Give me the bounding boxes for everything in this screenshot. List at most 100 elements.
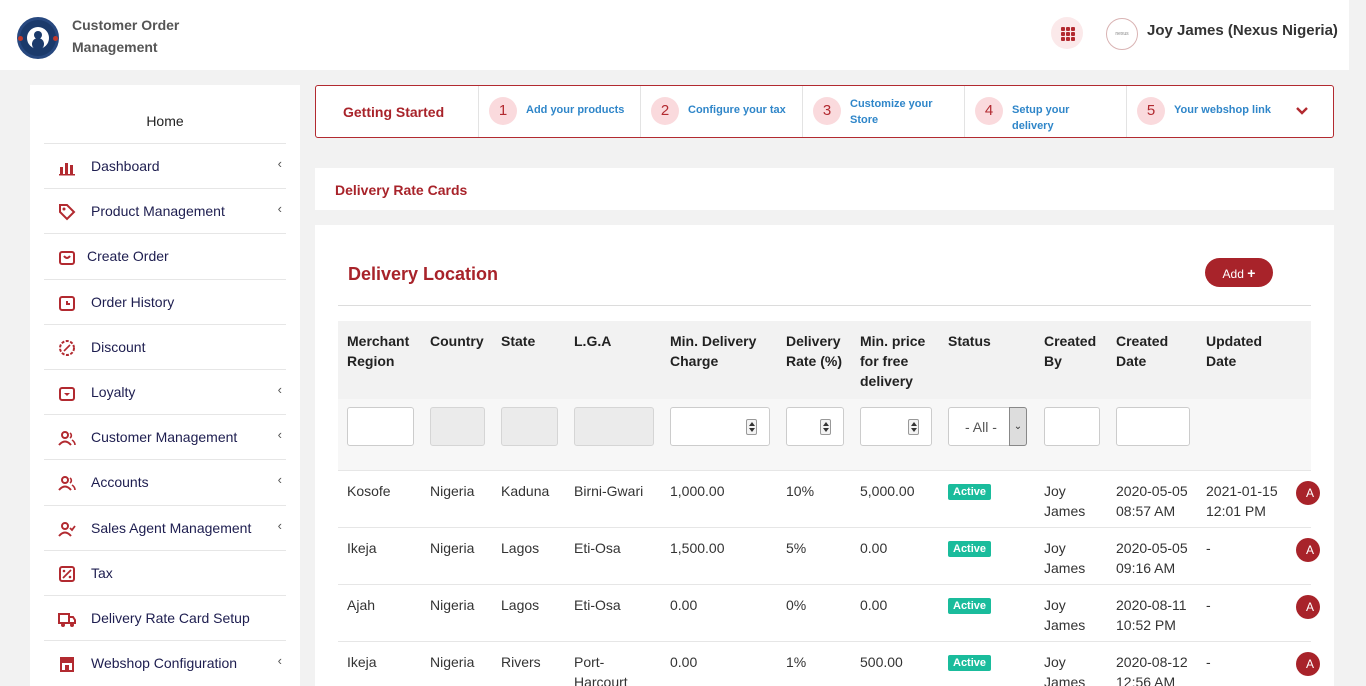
column-header[interactable]: Merchant Region [347,331,427,371]
select-value: - All - [965,419,997,435]
table-cell-min-charge: 1,000.00 [670,483,725,499]
column-header[interactable]: Country [430,331,498,351]
getting-started-step-1[interactable]: 1 Add your products [478,86,640,137]
chevron-down-icon[interactable]: ⌄ [1009,407,1027,446]
user-name[interactable]: Joy James (Nexus Nigeria) [1147,22,1338,39]
table-row[interactable]: Ikeja Nigeria Rivers Port-Harcourt 0.00 1% 500… [338,641,1320,686]
column-header[interactable]: Delivery Rate (%) [786,331,856,371]
chevron-left-icon[interactable]: ‹ [278,201,282,216]
sidebar-item-webshop-configuration[interactable]: Webshop Configuration ‹ [44,640,286,685]
column-filter-input[interactable] [786,407,844,446]
sidebar-home-link[interactable]: Home [30,113,300,129]
sidebar-item-dashboard[interactable]: Dashboard ‹ [44,143,286,188]
column-filter-input[interactable] [1116,407,1190,446]
column-header[interactable]: Status [948,331,1038,351]
column-filter-input [501,407,558,446]
apps-grid-icon[interactable] [1051,17,1083,49]
sidebar-item-order-history[interactable]: Order History [44,278,286,324]
table-filters: - All - ⌄ [338,399,1311,471]
chevron-left-icon[interactable]: ‹ [278,382,282,397]
getting-started-step-3[interactable]: 3 Customize your Store [802,86,964,137]
status-filter-select[interactable]: - All - ⌄ [948,407,1027,446]
sidebar-item-accounts[interactable]: Accounts ‹ [44,459,286,504]
chevron-left-icon[interactable]: ‹ [278,427,282,442]
sidebar-item-loyalty[interactable]: Loyalty ‹ [44,369,286,414]
table-cell-country: Nigeria [430,483,475,499]
app-logo[interactable] [17,17,59,59]
row-action-button[interactable]: A [1296,595,1320,619]
step-label[interactable]: Your webshop link [1174,102,1284,118]
chevron-left-icon[interactable]: ‹ [278,156,282,171]
sidebar-item-sales-agent-management[interactable]: Sales Agent Management ‹ [44,504,286,550]
column-filter-input[interactable] [347,407,414,446]
column-header[interactable]: Created Date [1116,331,1202,371]
sidebar-item-discount[interactable]: Discount [44,323,286,369]
step-label[interactable]: Configure your tax [688,102,798,118]
column-header[interactable]: L.G.A [574,331,666,351]
table-cell-created-by: Joy James [1044,483,1086,519]
column-header[interactable]: Min. Delivery Charge [670,331,780,371]
chevron-left-icon[interactable]: ‹ [278,518,282,533]
getting-started-step-5[interactable]: 5 Your webshop link [1126,86,1288,137]
step-number: 5 [1137,97,1165,125]
column-filter-input [574,407,654,446]
column-header[interactable]: Created By [1044,331,1110,371]
spinner-icon[interactable] [746,419,757,435]
row-action-button[interactable]: A [1296,538,1320,562]
getting-started-step-4[interactable]: 4 Setup your delivery [964,86,1126,137]
table-row[interactable]: Ikeja Nigeria Lagos Eti-Osa 1,500.00 5% 0.00 Ac… [338,527,1320,584]
column-header[interactable]: Updated Date [1206,331,1296,371]
table-cell-state: Kaduna [501,483,550,499]
page-title: Delivery Rate Cards [335,182,468,198]
getting-started-step-2[interactable]: 2 Configure your tax [640,86,802,137]
step-label[interactable]: Add your products [526,102,636,118]
sidebar-item-label: Tax [91,564,113,581]
agent-icon [58,521,76,537]
spinner-icon[interactable] [820,419,831,435]
table-cell-country: Nigeria [430,654,475,670]
chevron-left-icon[interactable]: ‹ [278,472,282,487]
step-label[interactable]: Customize your Store [850,96,948,128]
sidebar-item-customer-management[interactable]: Customer Management ‹ [44,414,286,459]
table-cell-lga: Eti-Osa [574,597,621,613]
tag-icon [59,204,76,221]
sidebar-item-tax[interactable]: Tax [44,549,286,595]
sidebar-item-create-order[interactable]: Create Order [44,233,286,278]
chevron-down-icon[interactable] [1295,104,1309,118]
top-bar: Customer Order Management nexus Joy Jame… [0,0,1349,70]
history-icon [59,295,75,311]
column-header[interactable]: Min. price for free delivery [860,331,944,391]
sidebar-item-label: Order History [91,293,175,310]
section-title: Delivery Location [348,264,499,284]
divider [338,305,1311,306]
table-cell-created-date: 2020-08-12 12:56 AM [1116,654,1188,686]
table-cell-created-date: 2020-05-05 08:57 AM [1116,483,1188,519]
step-label[interactable]: Setup your delivery [1012,102,1092,134]
row-action-button[interactable]: A [1296,652,1320,676]
avatar[interactable]: nexus [1106,18,1138,50]
sidebar-item-delivery-rate-card-setup[interactable]: Delivery Rate Card Setup [44,595,286,640]
table-cell-created-by: Joy James [1044,654,1086,686]
sidebar-item-product-management[interactable]: Product Management ‹ [44,188,286,233]
table-cell-lga: Port-Harcourt [574,654,628,686]
add-button[interactable]: Add + [1205,258,1273,287]
column-header[interactable]: State [501,331,571,351]
sidebar-item-label: Webshop Configuration [91,655,238,672]
page-title-card: Delivery Rate Cards [315,168,1334,210]
column-filter-input[interactable] [1044,407,1100,446]
chevron-left-icon[interactable]: ‹ [278,653,282,668]
spinner-icon[interactable] [908,419,919,435]
table-row[interactable]: Kosofe Nigeria Kaduna Birni-Gwari 1,000.00 10… [338,470,1320,527]
table-cell-min-charge: 0.00 [670,597,698,613]
column-filter-input[interactable] [860,407,932,446]
store-icon [60,657,74,673]
sidebar-item-label: Customer Management [91,429,238,446]
sidebar-item-label: Product Management [91,203,225,220]
table-row[interactable]: Ajah Nigeria Lagos Eti-Osa 0.00 0% 0.00 Active J… [338,584,1320,641]
sidebar-item-label: Discount [91,338,146,355]
column-filter-input[interactable] [670,407,770,446]
percent-icon [59,565,75,582]
table-header: Merchant Region Country State L.G.A Min. Deli… [338,321,1311,399]
table-cell-region: Kosofe [347,483,391,499]
row-action-button[interactable]: A [1296,481,1320,505]
